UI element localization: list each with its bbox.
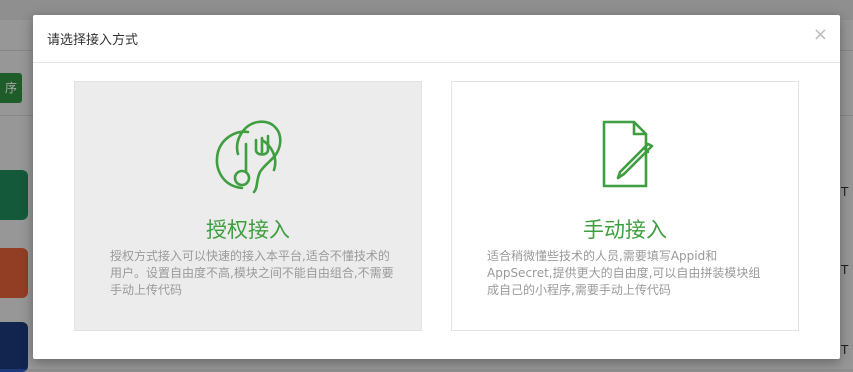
dialog-header: 请选择接入方式 × bbox=[33, 15, 840, 63]
dialog-title: 请选择接入方式 bbox=[47, 33, 139, 48]
close-icon[interactable]: × bbox=[813, 25, 828, 45]
option-title: 手动接入 bbox=[583, 218, 667, 242]
authorize-plug-icon bbox=[210, 116, 286, 200]
access-method-dialog: 请选择接入方式 × 授权接入 授权方式接入可以快速的接入本平台,适合不懂技术的用… bbox=[33, 15, 840, 359]
document-edit-icon bbox=[590, 116, 660, 196]
option-authorize[interactable]: 授权接入 授权方式接入可以快速的接入本平台,适合不懂技术的用户。设置自由度不高,… bbox=[74, 81, 422, 331]
option-manual[interactable]: 手动接入 适合稍微懂些技术的人员,需要填写Appid和AppSecret,提供更… bbox=[451, 81, 799, 331]
option-description: 适合稍微懂些技术的人员,需要填写Appid和AppSecret,提供更大的自由度… bbox=[487, 249, 761, 297]
option-title: 授权接入 bbox=[206, 218, 290, 242]
option-description: 授权方式接入可以快速的接入本平台,适合不懂技术的用户。设置自由度不高,模块之间不… bbox=[110, 249, 394, 297]
